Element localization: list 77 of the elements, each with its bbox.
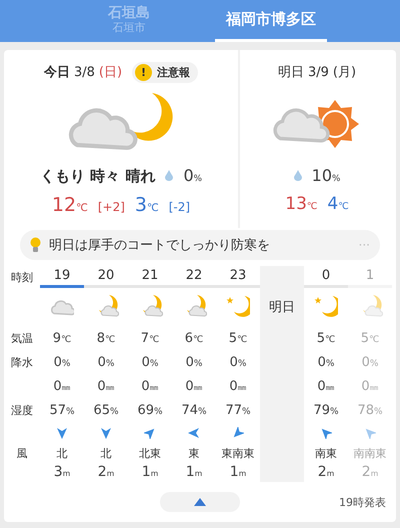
precipitation-chance: 0%: [142, 354, 158, 370]
date: 3/9: [308, 64, 329, 80]
wind-direction: 北東: [139, 446, 161, 460]
temperature: 9℃: [52, 330, 72, 346]
light-bulb-icon: [30, 237, 41, 253]
row-label: 風: [16, 446, 28, 460]
next-day-label: 明日: [269, 299, 295, 316]
raindrop-icon: [165, 170, 174, 181]
rainfall: 0㎜: [97, 378, 115, 394]
wind-arrow-icon: [144, 427, 156, 439]
temperature: 5℃: [360, 330, 380, 346]
wind-arrow-icon: [364, 427, 376, 439]
wind-arrow-icon: [188, 427, 200, 439]
wind-arrow-icon: [320, 427, 332, 439]
humidity: 65%: [93, 402, 119, 418]
humidity: 69%: [137, 402, 163, 418]
alert-icon: !: [135, 64, 152, 80]
wind-direction: 南東: [315, 446, 337, 460]
humidity: 57%: [49, 402, 75, 418]
wind-direction: 南南東: [354, 446, 386, 460]
temperature: 8℃: [96, 330, 116, 346]
temperature: 5℃: [228, 330, 248, 346]
wind-direction: 東: [188, 446, 200, 460]
low-temperature: 4℃: [327, 194, 349, 214]
wind-direction: 東南東: [222, 446, 254, 460]
humidity: 79%: [313, 402, 339, 418]
issued-time: 19時発表: [339, 494, 386, 510]
precipitation-chance: 0%: [230, 354, 246, 370]
low-temperature: 3℃: [134, 194, 159, 216]
wind-arrow-icon: [232, 427, 244, 439]
precipitation-chance: 0%: [54, 354, 70, 370]
weekday: (月): [332, 64, 356, 81]
row-label: 気温: [11, 330, 33, 346]
rainfall: 0㎜: [185, 378, 203, 394]
humidity: 74%: [181, 402, 207, 418]
precipitation-chance: 0%: [183, 166, 202, 185]
precipitation-chance: 10%: [312, 166, 340, 185]
temperature: 7℃: [140, 330, 160, 346]
temperature: 6℃: [184, 330, 204, 346]
high-temperature: 12℃: [52, 194, 88, 216]
wind-arrow-icon: [56, 427, 68, 439]
day-label: 明日: [278, 64, 304, 81]
temperature-difference: [+2]: [98, 200, 125, 214]
wind-arrow-icon: [100, 427, 112, 439]
precipitation-chance: 0%: [98, 354, 114, 370]
weather-summary: くもり 時々 晴れ: [40, 167, 156, 186]
rainfall: 0㎜: [361, 378, 379, 394]
temperature: 5℃: [316, 330, 336, 346]
moon-star-icon: [226, 295, 250, 319]
advice-text: 明日は厚手のコートでしっかり防寒を: [49, 237, 271, 254]
rainfall: 0㎜: [53, 378, 71, 394]
temperature-difference: [-2]: [168, 200, 190, 214]
collapse-button[interactable]: [160, 492, 240, 512]
moon-star-icon: [314, 295, 338, 319]
high-temperature: 13℃: [285, 194, 318, 214]
precipitation-chance: 0%: [362, 354, 378, 370]
row-label: 湿度: [11, 402, 33, 418]
cloud-icon: [50, 298, 74, 316]
hour-tab[interactable]: 0: [304, 266, 348, 288]
alert-badge[interactable]: ! 注意報: [132, 62, 198, 82]
row-label: 時刻: [11, 270, 33, 284]
rainfall: 0㎜: [229, 378, 247, 394]
weekday: (日): [98, 64, 122, 81]
wind-direction: 北: [56, 446, 68, 460]
date: 3/8: [74, 64, 95, 80]
precipitation-chance: 0%: [186, 354, 202, 370]
wind-direction: 北: [100, 446, 112, 460]
humidity: 77%: [225, 402, 251, 418]
rainfall: 0㎜: [317, 378, 335, 394]
alert-label: 注意報: [157, 64, 190, 80]
rainfall: 0㎜: [141, 378, 159, 394]
day-label: 今日: [44, 64, 70, 81]
raindrop-icon: [294, 170, 302, 181]
precipitation-chance: 0%: [318, 354, 334, 370]
row-label: 降水: [11, 354, 33, 370]
humidity: 78%: [357, 402, 383, 418]
caret-up-icon: [194, 498, 206, 506]
